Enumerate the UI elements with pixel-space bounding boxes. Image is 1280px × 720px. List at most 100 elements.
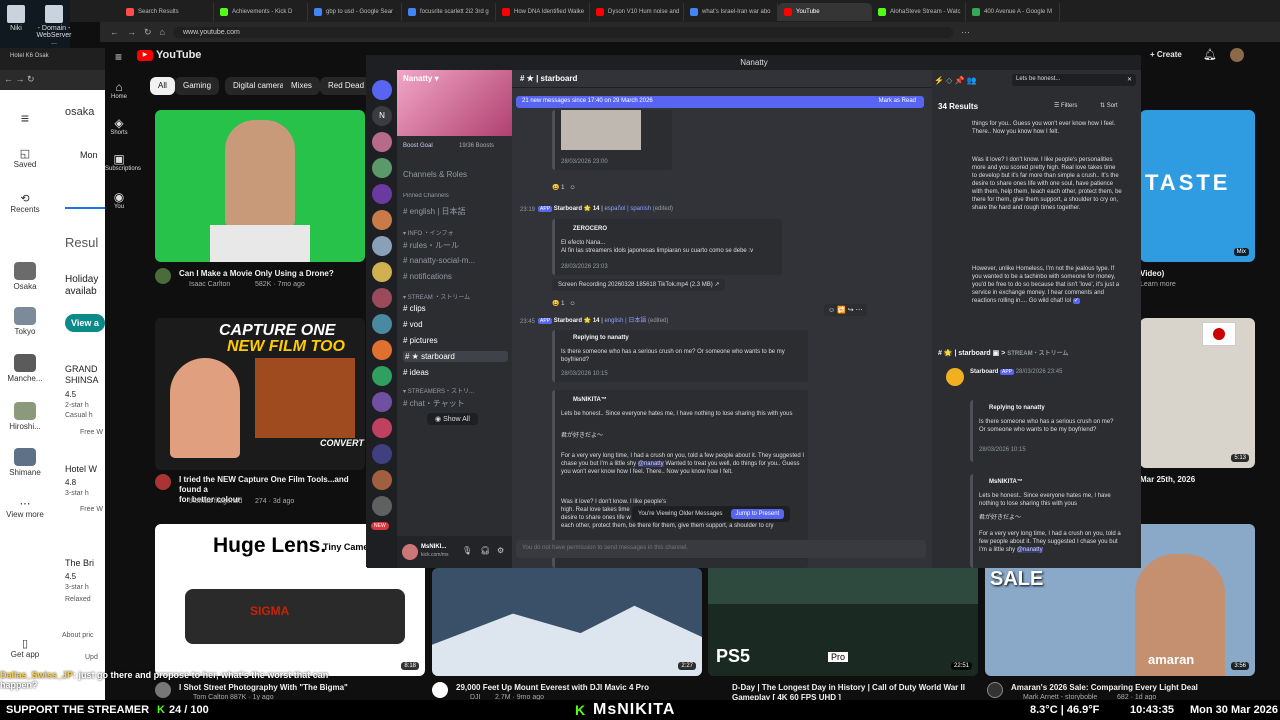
channel-item[interactable]: # nanatty-social-m...: [403, 256, 508, 265]
back-icon[interactable]: ←: [110, 27, 119, 37]
result-channel-header[interactable]: # 🌟 | starboard ▣ > STREAM・ストリーム: [938, 350, 1134, 358]
channel-name[interactable]: thomas fitzgerald: [189, 498, 242, 505]
headphones-icon[interactable]: 🎧︎: [480, 546, 490, 555]
nav-you[interactable]: ◉ You: [105, 190, 133, 210]
channel-item[interactable]: # rules・ルール: [403, 240, 508, 251]
nav-home[interactable]: ⌂ Home: [105, 80, 133, 100]
server-icon[interactable]: [372, 496, 392, 516]
chip-mixes[interactable]: Mixes: [283, 77, 320, 95]
server-icon[interactable]: [372, 158, 392, 178]
show-all-button[interactable]: ◉ Show All: [427, 413, 478, 425]
browser-tab[interactable]: what's Israel-Iran war abo: [684, 3, 778, 21]
author-name[interactable]: Starboard: [554, 318, 582, 324]
jump-to-present-button[interactable]: Jump to Present: [730, 509, 785, 519]
browser-tab[interactable]: AlohaSteve Stream - Watc: [872, 3, 966, 21]
browser-tab[interactable]: 400 Avenue A - Google M: [966, 3, 1060, 21]
home-icon[interactable]: ⌂: [160, 27, 165, 37]
video-thumbnail[interactable]: 5:13: [1140, 318, 1255, 468]
attachment-link[interactable]: Screen Recording 20260328 185618 TikTok.…: [552, 279, 726, 291]
channel-item[interactable]: # ideas: [403, 368, 508, 377]
video-title[interactable]: Amaran's 2026 Sale: Comparing Every Ligh…: [1011, 683, 1241, 693]
menu-icon[interactable]: ≡: [115, 50, 122, 64]
channel-item-active[interactable]: # ★ starboard: [403, 351, 508, 362]
reaction[interactable]: 😀 1 ☺: [552, 300, 576, 308]
channel-avatar[interactable]: [155, 474, 171, 490]
sort-button[interactable]: ⇅ Sort: [1100, 102, 1118, 109]
nav-get-app[interactable]: ▯ Get app: [0, 637, 50, 659]
chip-all[interactable]: All: [150, 77, 175, 95]
search-input[interactable]: Lets be honest... ✕: [1012, 74, 1136, 86]
channel-avatar[interactable]: [155, 268, 171, 284]
hotel-name[interactable]: Hotel W: [65, 464, 97, 474]
category[interactable]: ▾ INFO ・インフォ: [403, 228, 508, 237]
category[interactable]: ▾ STREAM ・ストリーム: [403, 292, 508, 301]
new-messages-banner[interactable]: 21 new messages since 17:40 on 29 March …: [516, 96, 924, 108]
desktop-icon-domain[interactable]: - Domain - WebServer ...: [36, 2, 72, 46]
nav-shimane[interactable]: Shimane: [0, 448, 50, 477]
hotel-name[interactable]: The Bri: [65, 558, 94, 568]
browser-tab[interactable]: gbp to usd - Google Sear: [308, 3, 402, 21]
server-icon[interactable]: [372, 340, 392, 360]
channel-item[interactable]: # pictures: [403, 336, 508, 345]
header-icons[interactable]: ⚡ ◇ 📌 👥: [934, 76, 977, 85]
nav-saved[interactable]: ◱ Saved: [0, 147, 50, 169]
channel-name[interactable]: Isaac Carlton: [189, 281, 230, 288]
avatar[interactable]: [1230, 48, 1244, 62]
reaction[interactable]: 😀 1 ☺: [552, 184, 576, 192]
browser-tab[interactable]: Search Results: [120, 3, 214, 21]
discord-home-icon[interactable]: [372, 80, 392, 100]
server-icon[interactable]: [372, 444, 392, 464]
server-icon[interactable]: [372, 184, 392, 204]
video-title[interactable]: Can I Make a Movie Only Using a Drone?: [179, 269, 369, 279]
video-thumbnail[interactable]: [155, 110, 365, 262]
channel-avatar[interactable]: [987, 682, 1003, 698]
nav-tokyo[interactable]: Tokyo: [0, 307, 50, 336]
channel-avatar[interactable]: [432, 682, 448, 698]
nav-shorts[interactable]: ◈ Shorts: [105, 116, 133, 136]
channel-item[interactable]: # english | 日本語: [403, 206, 508, 217]
server-icon[interactable]: [372, 314, 392, 334]
chip-gaming[interactable]: Gaming: [175, 77, 220, 95]
search-field[interactable]: osaka: [65, 106, 94, 118]
channel-item[interactable]: # notifications: [403, 272, 508, 281]
server-icon[interactable]: [372, 366, 392, 386]
server-icon[interactable]: [372, 418, 392, 438]
channel-link[interactable]: español | spanish: [604, 206, 651, 212]
settings-icon[interactable]: ⚙: [497, 546, 504, 555]
message-actions[interactable]: ☺ 🔁 ↪ ⋯: [824, 304, 867, 316]
channel-item[interactable]: # chat・チャット: [403, 398, 508, 409]
view-availability-button[interactable]: View a: [65, 314, 105, 332]
mic-icon[interactable]: 🎙︎: [462, 546, 472, 555]
channel-link[interactable]: english | 日本語: [604, 318, 646, 324]
browser-tab[interactable]: Achievements - Kick D: [214, 3, 308, 21]
server-icon[interactable]: [372, 288, 392, 308]
video-title[interactable]: Video): [1140, 269, 1164, 279]
close-icon[interactable]: ✕: [1127, 76, 1132, 83]
channel-item[interactable]: # vod: [403, 320, 508, 329]
price-slider[interactable]: [65, 207, 105, 209]
desktop-icon-niki[interactable]: Niki: [2, 2, 30, 32]
nav-hiroshima[interactable]: Hiroshi...: [0, 402, 50, 431]
secondary-tab[interactable]: Hotel K6 Osak: [0, 48, 105, 70]
forward-icon[interactable]: →: [127, 27, 136, 37]
browser-tab[interactable]: focusrite scarlett 2i2 3rd g: [402, 3, 496, 21]
channel-item[interactable]: # clips: [403, 304, 508, 313]
browser-tab[interactable]: YouTube: [778, 3, 872, 21]
server-icon[interactable]: [372, 262, 392, 282]
create-button[interactable]: + Create: [1150, 50, 1182, 59]
browser-tab[interactable]: Dyson V10 Hum noise and: [590, 3, 684, 21]
mark-as-read-button[interactable]: Mark as Read: [879, 98, 916, 104]
hotel-name[interactable]: GRAND SHINSA: [65, 364, 105, 386]
server-name[interactable]: Nanatty ▾: [403, 74, 439, 83]
server-icon[interactable]: [372, 470, 392, 490]
server-icon[interactable]: [372, 392, 392, 412]
nav-subscriptions[interactable]: ▣ Subscriptions: [105, 152, 141, 172]
nav-manchester[interactable]: Manche...: [0, 354, 50, 383]
server-icon[interactable]: N: [372, 106, 392, 126]
user-avatar[interactable]: [402, 544, 418, 560]
address-bar[interactable]: www.youtube.com: [172, 26, 953, 38]
author-avatar[interactable]: [946, 368, 964, 386]
browser-tab[interactable]: How DNA Identified Walke: [496, 3, 590, 21]
server-icon[interactable]: [372, 210, 392, 230]
video-thumbnail[interactable]: 2:27: [432, 568, 702, 676]
